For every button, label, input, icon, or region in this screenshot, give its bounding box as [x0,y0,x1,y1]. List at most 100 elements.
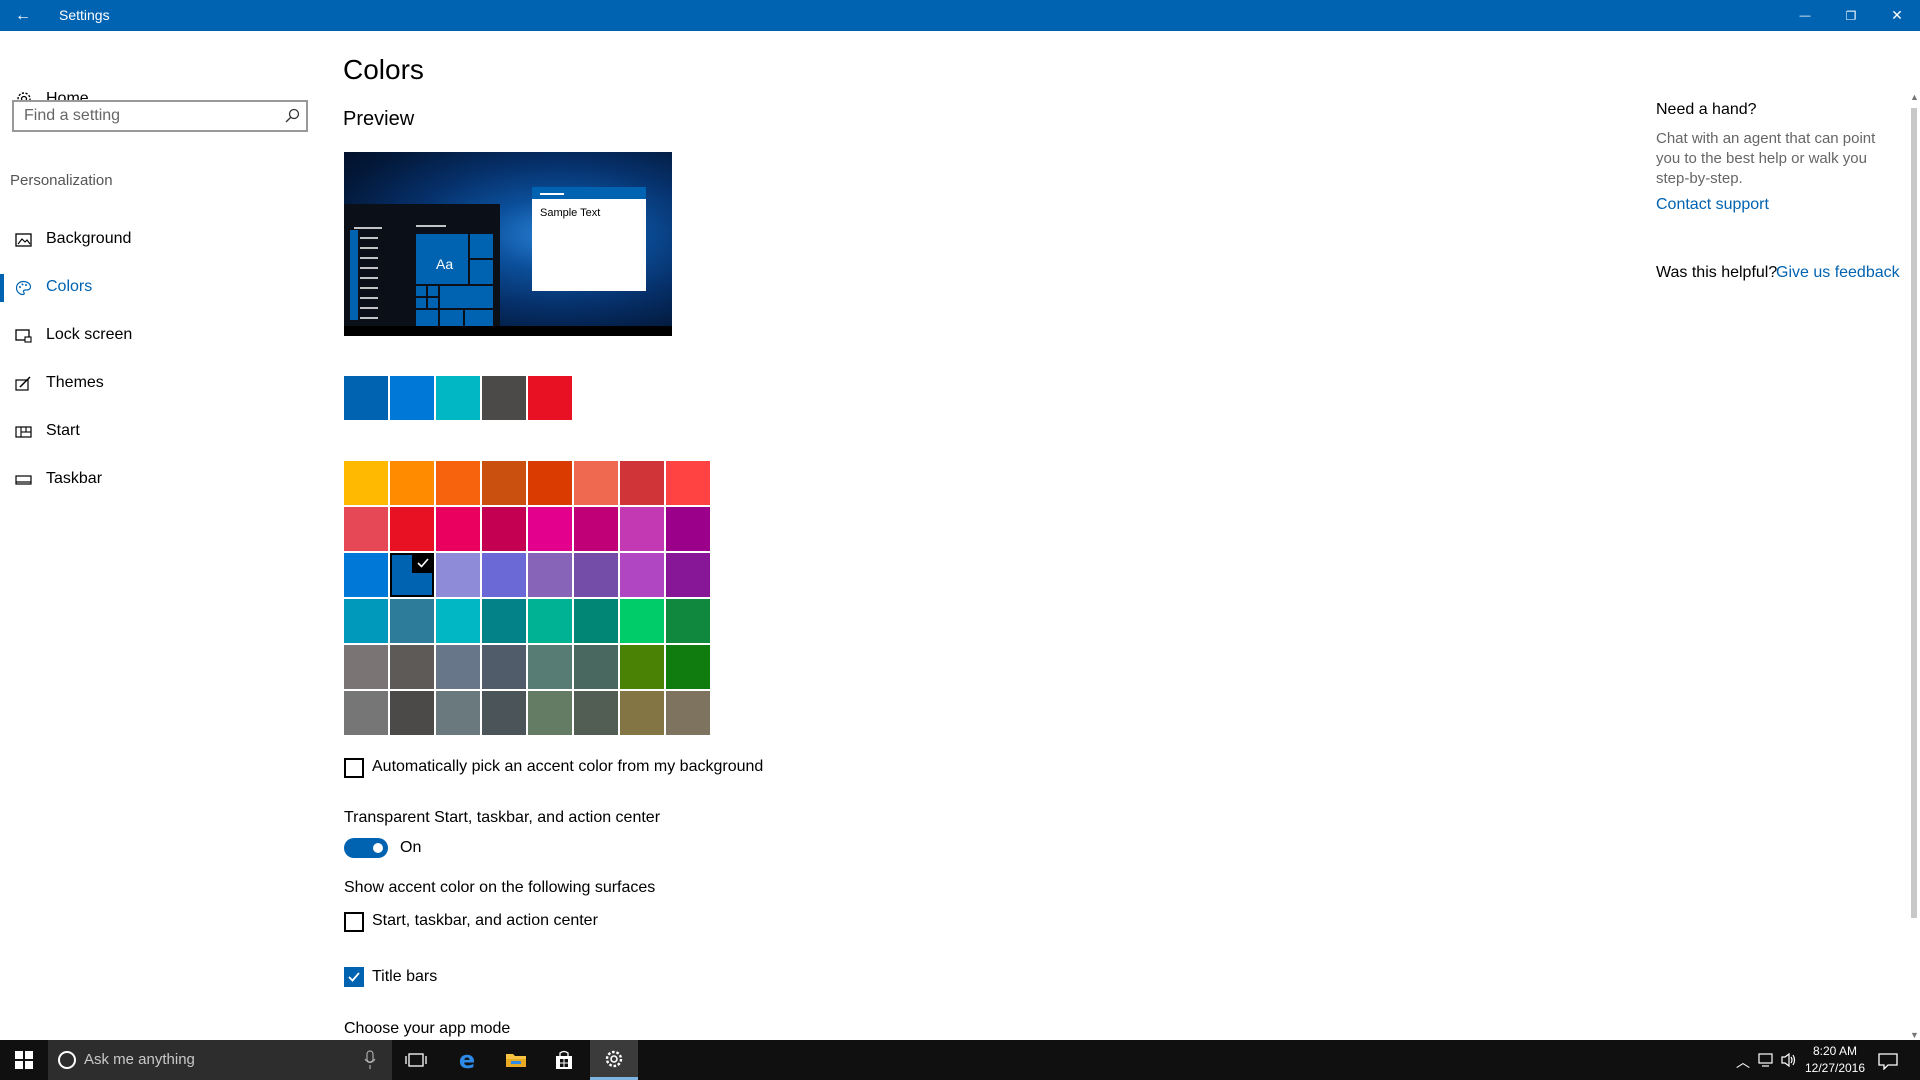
give-feedback-link[interactable]: Give us feedback [1776,264,1900,282]
accent-color-swatch[interactable] [666,645,710,689]
accent-color-swatch[interactable] [344,691,388,735]
task-view-button[interactable] [392,1040,440,1080]
accent-color-swatch[interactable] [344,645,388,689]
nav-item-colors[interactable]: Colors [0,268,320,308]
recent-color-swatch[interactable] [390,376,434,420]
accent-color-swatch[interactable] [436,461,480,505]
accent-color-swatch[interactable] [574,507,618,551]
accent-color-swatch[interactable] [620,691,664,735]
accent-color-swatch[interactable] [666,461,710,505]
find-setting-input[interactable] [14,102,274,130]
accent-color-swatch[interactable] [666,553,710,597]
accent-color-swatch[interactable] [390,553,434,597]
scroll-up-icon[interactable]: ▲ [1910,92,1919,102]
page-scrollbar[interactable]: ▲ ▼ [1908,92,1920,1040]
accent-color-swatch[interactable] [390,645,434,689]
accent-color-swatch[interactable] [620,461,664,505]
accent-color-swatch[interactable] [528,645,572,689]
accent-color-swatch[interactable] [528,599,572,643]
back-button[interactable]: ← [0,0,46,31]
settings-taskbar-button[interactable] [590,1040,638,1080]
cortana-search-box[interactable]: Ask me anything [48,1040,392,1080]
accent-color-swatch[interactable] [666,691,710,735]
settings-icon [605,1050,623,1067]
nav-item-themes[interactable]: Themes [0,364,320,404]
accent-color-swatch[interactable] [574,461,618,505]
section-personalization: Personalization [10,172,113,189]
recent-color-swatch[interactable] [344,376,388,420]
nav-item-start[interactable]: Start [0,412,320,452]
accent-color-swatch[interactable] [574,691,618,735]
preview-heading: Preview [343,108,415,130]
edge-button[interactable]: e [443,1040,491,1080]
microphone-icon[interactable] [364,1050,376,1070]
accent-color-swatch[interactable] [528,691,572,735]
accent-color-swatch[interactable] [436,553,480,597]
restore-button[interactable]: ❐ [1828,0,1874,31]
accent-color-swatch[interactable] [436,691,480,735]
accent-color-swatch[interactable] [390,461,434,505]
accent-color-swatch[interactable] [620,553,664,597]
file-explorer-button[interactable] [492,1040,540,1080]
close-button[interactable]: ✕ [1874,0,1920,31]
accent-color-swatch[interactable] [390,691,434,735]
accent-color-swatch[interactable] [344,553,388,597]
clock[interactable]: 8:20 AM 12/27/2016 [1800,1043,1870,1077]
accent-color-swatch[interactable] [390,599,434,643]
action-center-icon[interactable] [1876,1052,1900,1070]
title-bar: ← Settings — ❐ ✕ [0,0,1920,31]
start-taskbar-checkbox[interactable] [344,912,364,932]
auto-pick-checkbox[interactable] [344,758,364,778]
accent-color-swatch[interactable] [528,553,572,597]
accent-color-swatch[interactable] [344,507,388,551]
checkmark-icon [348,972,360,982]
accent-color-swatch[interactable] [482,599,526,643]
scroll-thumb[interactable] [1911,108,1917,918]
store-button[interactable] [540,1040,588,1080]
nav-item-label: Background [46,230,132,247]
scroll-down-icon[interactable]: ▼ [1910,1030,1919,1040]
accent-color-swatch[interactable] [574,645,618,689]
accent-color-swatch[interactable] [528,461,572,505]
accent-color-swatch[interactable] [482,461,526,505]
app-mode-label: Choose your app mode [344,1020,511,1037]
accent-color-swatch[interactable] [436,507,480,551]
accent-color-swatch[interactable] [666,599,710,643]
preview-tile-text: Aa [436,256,454,272]
accent-color-swatch[interactable] [482,553,526,597]
accent-color-swatch[interactable] [620,507,664,551]
accent-color-swatch[interactable] [344,599,388,643]
accent-color-swatch[interactable] [344,461,388,505]
nav-item-background[interactable]: Background [0,220,320,260]
contact-support-link[interactable]: Contact support [1656,196,1769,214]
transparency-toggle[interactable] [344,838,388,858]
accent-color-swatch[interactable] [390,507,434,551]
accent-color-swatch[interactable] [482,507,526,551]
accent-color-swatch[interactable] [528,507,572,551]
nav-item-taskbar[interactable]: Taskbar [0,460,320,500]
nav-item-lock-screen[interactable]: Lock screen [0,316,320,356]
network-icon[interactable] [1758,1053,1776,1067]
accent-color-swatch[interactable] [620,645,664,689]
recent-color-swatch[interactable] [436,376,480,420]
start-button[interactable] [0,1040,48,1080]
show-hidden-icons-icon[interactable]: ︿ [1736,1052,1750,1072]
accent-color-swatch[interactable] [666,507,710,551]
recent-color-swatch[interactable] [482,376,526,420]
accent-color-swatch[interactable] [436,645,480,689]
title-bars-checkbox[interactable] [344,967,364,987]
accent-color-swatch[interactable] [620,599,664,643]
minimize-button[interactable]: — [1782,0,1828,31]
helpful-question: Was this helpful? [1656,264,1778,281]
accent-color-swatch[interactable] [574,553,618,597]
recent-color-swatch[interactable] [528,376,572,420]
transparency-state: On [400,839,422,856]
find-setting-search[interactable] [12,100,308,132]
accent-color-swatch[interactable] [436,599,480,643]
cortana-icon [58,1051,76,1069]
volume-icon[interactable] [1781,1052,1797,1068]
accent-color-swatch[interactable] [482,645,526,689]
accent-color-swatch[interactable] [482,691,526,735]
accent-color-swatch[interactable] [574,599,618,643]
start-taskbar-label: Start, taskbar, and action center [372,912,598,929]
